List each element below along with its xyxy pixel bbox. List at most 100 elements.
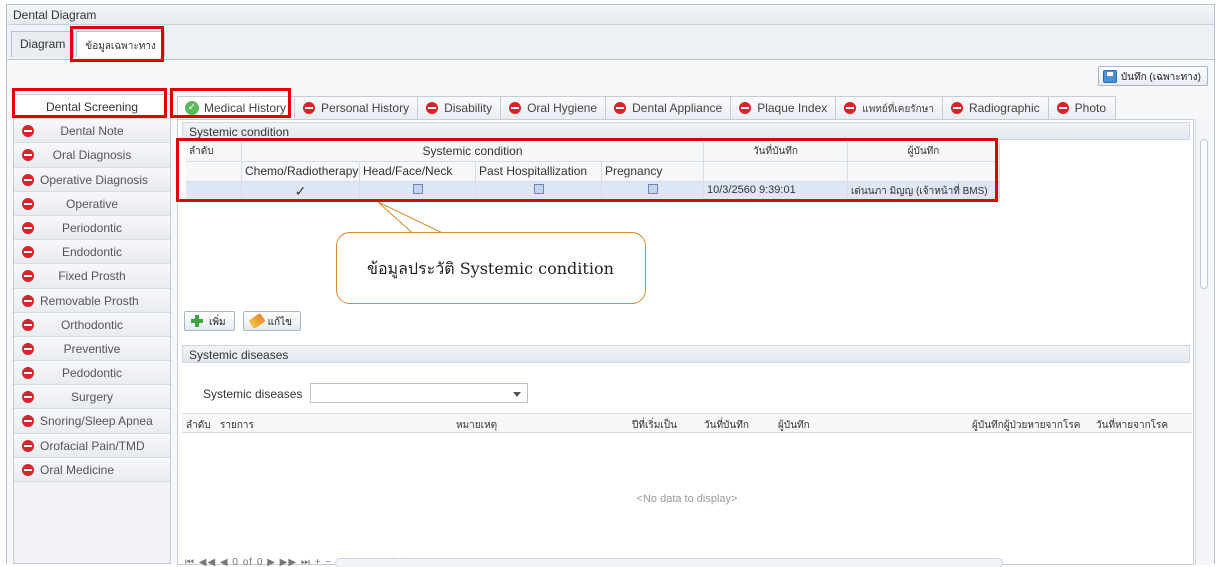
chemo-checkbox[interactable]: ✓ xyxy=(242,182,360,201)
tab-radiographic[interactable]: Radiographic xyxy=(941,96,1049,119)
sidebar-item-label: Surgery xyxy=(70,390,114,405)
sidebar-item-oral-diagnosis[interactable]: Oral Diagnosis xyxy=(14,143,170,168)
chevron-down-icon xyxy=(513,392,521,397)
tab-photo[interactable]: Photo xyxy=(1047,96,1116,119)
tab-label: Photo xyxy=(1074,101,1107,115)
sidebar-item-operative[interactable]: Operative xyxy=(14,191,170,216)
systemic-diseases-grid-header: ลำดับ รายการ หมายเหตุ ปีที่เริ่มเป็น วัน… xyxy=(182,413,1192,433)
stop-icon xyxy=(303,102,316,114)
sidebar-item-dental-screening[interactable]: Dental Screening xyxy=(14,95,170,120)
tab-label: Oral Hygiene xyxy=(527,101,598,115)
column-header-recorder: ผู้บันทึก xyxy=(848,142,1000,162)
tab-oral-hygiene[interactable]: Oral Hygiene xyxy=(500,96,607,119)
tab-dental-appliance[interactable]: Dental Appliance xyxy=(605,96,732,119)
stop-icon xyxy=(22,197,34,210)
scrollbar-thumb[interactable] xyxy=(1200,139,1208,289)
stop-icon xyxy=(22,221,34,234)
column-header-recorder: ผู้บันทึก xyxy=(778,420,810,431)
stop-icon xyxy=(426,102,439,114)
save-specialty-button[interactable]: บันทึก (เฉพาะทาง) xyxy=(1097,66,1208,86)
sidebar-item-surgery[interactable]: Surgery xyxy=(14,385,170,410)
tab-plaque-index[interactable]: Plaque Index xyxy=(730,96,837,119)
sidebar-item-orofacial-pain[interactable]: Orofacial Pain/TMD xyxy=(14,433,170,458)
sidebar-item-label: Orthodontic xyxy=(60,317,124,332)
column-header-chemo: Chemo/Radiotherapy xyxy=(242,162,360,182)
sidebar-item-label: Endodontic xyxy=(61,245,123,260)
pencil-icon xyxy=(248,312,266,330)
column-header-head-face-neck: Head/Face/Neck xyxy=(360,162,476,182)
tab-label: Medical History xyxy=(204,101,287,115)
sidebar-item-removable-prosth[interactable]: Removable Prosth xyxy=(14,288,170,313)
column-header-order: ลำดับ xyxy=(186,420,211,431)
header-spacer xyxy=(704,162,848,182)
checkbox-icon xyxy=(412,184,423,194)
callout-annotation: ข้อมูลประวัติ Systemic condition xyxy=(336,232,646,304)
sidebar-item-snoring-sleep-apnea[interactable]: Snoring/Sleep Apnea xyxy=(14,409,170,434)
head-face-neck-checkbox[interactable] xyxy=(360,182,476,201)
column-header-pregnancy: Pregnancy xyxy=(602,162,704,182)
header-spacer xyxy=(848,162,1000,182)
specialty-sidebar: Dental Screening Dental Note Oral Diagno… xyxy=(13,94,171,564)
vertical-scrollbar[interactable] xyxy=(1195,119,1211,565)
stop-icon xyxy=(844,102,857,114)
tab-previous-dentist[interactable]: แพทย์ที่เคยรักษา xyxy=(835,96,943,119)
sidebar-item-dental-note[interactable]: Dental Note xyxy=(14,119,170,144)
edit-button[interactable]: แก้ไข xyxy=(242,311,301,331)
save-button-label: บันทึก (เฉพาะทาง) xyxy=(1120,72,1201,83)
sidebar-item-label: Operative Diagnosis xyxy=(40,172,149,187)
sidebar-item-orthodontic[interactable]: Orthodontic xyxy=(14,312,170,337)
sidebar-item-endodontic[interactable]: Endodontic xyxy=(14,240,170,265)
tab-label: Personal History xyxy=(321,101,410,115)
sidebar-item-label: Dental Screening xyxy=(45,100,139,114)
stop-icon xyxy=(22,463,34,476)
sidebar-item-label: Operative xyxy=(65,196,119,211)
screening-tab-bar: ✓ Medical History Personal History Disabi… xyxy=(177,96,1116,120)
stop-icon xyxy=(22,173,34,186)
floppy-disk-icon xyxy=(1102,70,1117,83)
column-header-start-year: ปีที่เริ่มเป็น xyxy=(632,420,677,431)
systemic-diseases-section-title: Systemic diseases xyxy=(182,345,1190,363)
tab-disability[interactable]: Disability xyxy=(417,96,502,119)
row-recorder-cell[interactable]: เด่นนภา มิญญ (เจ้าหน้าที่ BMS) xyxy=(848,182,1000,201)
tab-specialty-info[interactable]: ข้อมูลเฉพาะทาง xyxy=(76,31,165,57)
column-header-systemic-condition: Systemic condition xyxy=(242,142,704,162)
tab-label: Disability xyxy=(444,101,493,115)
systemic-diseases-filter-label: Systemic diseases xyxy=(203,387,303,401)
column-header-past-hospitalization: Past Hospitallization xyxy=(476,162,602,182)
add-button-label: เพิ่ม xyxy=(209,317,226,328)
tab-personal-history[interactable]: Personal History xyxy=(294,96,419,119)
stop-icon xyxy=(22,415,34,428)
header-spacer xyxy=(186,162,242,182)
sidebar-item-label: Pedodontic xyxy=(61,366,123,381)
checkbox-icon xyxy=(533,184,544,194)
row-date-cell[interactable]: 10/3/2560 9:39:01 xyxy=(704,182,848,201)
systemic-condition-grid: ลำดับ Systemic condition วันที่บันทึก ผู… xyxy=(186,142,1000,202)
sidebar-item-pedodontic[interactable]: Pedodontic xyxy=(14,361,170,386)
stop-icon xyxy=(22,439,34,452)
column-header-date: วันที่บันทึก xyxy=(704,420,749,431)
stop-icon xyxy=(22,125,34,138)
sidebar-item-label: Snoring/Sleep Apnea xyxy=(40,414,153,429)
sidebar-item-label: Orofacial Pain/TMD xyxy=(40,438,145,453)
tab-medical-history[interactable]: ✓ Medical History xyxy=(177,96,296,120)
column-header-date: วันที่บันทึก xyxy=(704,142,848,162)
sidebar-item-periodontic[interactable]: Periodontic xyxy=(14,215,170,241)
stop-icon xyxy=(22,270,34,283)
add-button[interactable]: เพิ่ม xyxy=(184,311,235,331)
row-order-cell[interactable] xyxy=(186,182,242,201)
sidebar-item-preventive[interactable]: Preventive xyxy=(14,336,170,362)
pregnancy-checkbox[interactable] xyxy=(602,182,704,201)
sidebar-item-operative-diagnosis[interactable]: Operative Diagnosis xyxy=(14,167,170,192)
horizontal-scrollbar[interactable] xyxy=(335,558,1003,567)
past-hospitalization-checkbox[interactable] xyxy=(476,182,602,201)
systemic-diseases-dropdown[interactable] xyxy=(310,383,528,403)
sidebar-item-label: Fixed Prosth xyxy=(58,269,126,284)
stop-icon xyxy=(1056,102,1069,114)
sidebar-item-fixed-prosth[interactable]: Fixed Prosth xyxy=(14,264,170,289)
column-header-note: หมายเหตุ xyxy=(456,420,498,431)
column-header-recovery-date: วันที่หายจากโรค xyxy=(1096,420,1169,431)
tab-diagram[interactable]: Diagram xyxy=(11,31,75,57)
sidebar-item-oral-medicine[interactable]: Oral Medicine xyxy=(14,457,170,482)
stop-icon xyxy=(22,318,34,331)
plus-icon xyxy=(191,315,203,327)
